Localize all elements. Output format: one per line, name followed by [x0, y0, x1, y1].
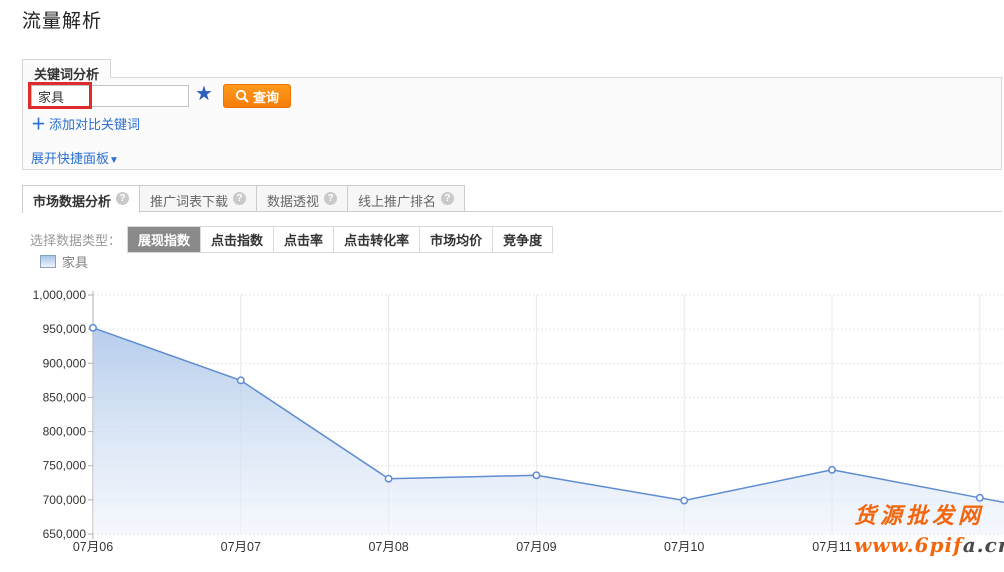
chevron-down-icon: ▼ — [109, 155, 119, 166]
svg-text:650,000: 650,000 — [43, 527, 87, 541]
tab-data-pivot[interactable]: 数据透视 ? — [256, 185, 348, 212]
expand-quick-panel-link[interactable]: 展开快捷面板▼ — [31, 148, 119, 167]
trend-chart: 1,000,000 950,000 900,000 850,000 800,000 750… — [0, 285, 1004, 572]
help-icon[interactable]: ? — [116, 192, 129, 205]
svg-text:950,000: 950,000 — [43, 322, 87, 336]
tab-keyword-analysis[interactable]: 关键词分析 — [22, 59, 111, 78]
chart-x-labels: 07月06 07月07 07月08 07月09 07月10 07月11 — [73, 540, 852, 554]
svg-text:700,000: 700,000 — [43, 493, 87, 507]
legend-label: 家具 — [62, 252, 88, 271]
help-icon[interactable]: ? — [324, 192, 337, 205]
svg-text:07月10: 07月10 — [664, 540, 704, 554]
add-compare-keyword-link[interactable]: ＋添加对比关键词 — [31, 113, 140, 134]
page-title: 流量解析 — [22, 6, 102, 33]
tab-promo-wordlist-download[interactable]: 推广词表下载 ? — [139, 185, 257, 212]
svg-text:900,000: 900,000 — [43, 356, 87, 370]
favorite-star-icon[interactable]: ★ — [195, 81, 213, 106]
tab-market-data-analysis[interactable]: 市场数据分析 ? — [22, 185, 140, 213]
svg-text:07月09: 07月09 — [516, 540, 556, 554]
data-type-click-rate[interactable]: 点击率 — [273, 227, 333, 252]
add-compare-keyword-label: 添加对比关键词 — [49, 117, 140, 132]
data-type-market-avg-price[interactable]: 市场均价 — [419, 227, 492, 252]
svg-text:750,000: 750,000 — [43, 459, 87, 473]
tab-promo-wordlist-download-label: 推广词表下载 — [150, 191, 228, 210]
query-button-label: 查询 — [253, 87, 279, 106]
query-button[interactable]: 查询 — [223, 84, 291, 108]
tab-online-promo-ranking[interactable]: 线上推广排名 ? — [347, 185, 465, 212]
svg-text:07月07: 07月07 — [221, 540, 261, 554]
chart-y-labels: 1,000,000 950,000 900,000 850,000 800,000 750… — [33, 288, 87, 541]
data-type-click-index[interactable]: 点击指数 — [200, 227, 273, 252]
data-type-row: 选择数据类型： 展现指数 点击指数 点击率 点击转化率 市场均价 竞争度 — [30, 226, 553, 253]
data-type-label: 选择数据类型： — [30, 230, 121, 249]
plus-icon: ＋ — [31, 116, 46, 133]
svg-text:07月08: 07月08 — [368, 540, 408, 554]
help-icon[interactable]: ? — [441, 192, 454, 205]
data-type-conversion-rate[interactable]: 点击转化率 — [333, 227, 419, 252]
chart-legend: 家具 — [40, 252, 88, 271]
svg-text:1,000,000: 1,000,000 — [33, 288, 87, 302]
chart-area — [93, 328, 1004, 534]
data-type-competition[interactable]: 竞争度 — [492, 227, 552, 252]
data-type-impression-index[interactable]: 展现指数 — [128, 227, 200, 252]
svg-text:07月11: 07月11 — [812, 540, 851, 554]
svg-text:800,000: 800,000 — [43, 425, 87, 439]
svg-text:850,000: 850,000 — [43, 390, 87, 404]
tab-online-promo-ranking-label: 线上推广排名 — [358, 191, 436, 210]
keyword-panel: ★ 查询 ＋添加对比关键词 展开快捷面板▼ — [22, 77, 1002, 170]
search-icon — [235, 89, 249, 103]
help-icon[interactable]: ? — [233, 192, 246, 205]
tab-data-pivot-label: 数据透视 — [267, 191, 319, 210]
svg-text:07月06: 07月06 — [73, 540, 113, 554]
tab-market-data-analysis-label: 市场数据分析 — [33, 191, 111, 210]
analysis-tabstrip: 市场数据分析 ? 推广词表下载 ? 数据透视 ? 线上推广排名 ? — [22, 185, 1002, 212]
data-type-group: 展现指数 点击指数 点击率 点击转化率 市场均价 竞争度 — [127, 226, 553, 253]
legend-swatch — [40, 255, 56, 268]
keyword-input[interactable] — [31, 85, 189, 107]
expand-quick-panel-label: 展开快捷面板 — [31, 151, 109, 166]
